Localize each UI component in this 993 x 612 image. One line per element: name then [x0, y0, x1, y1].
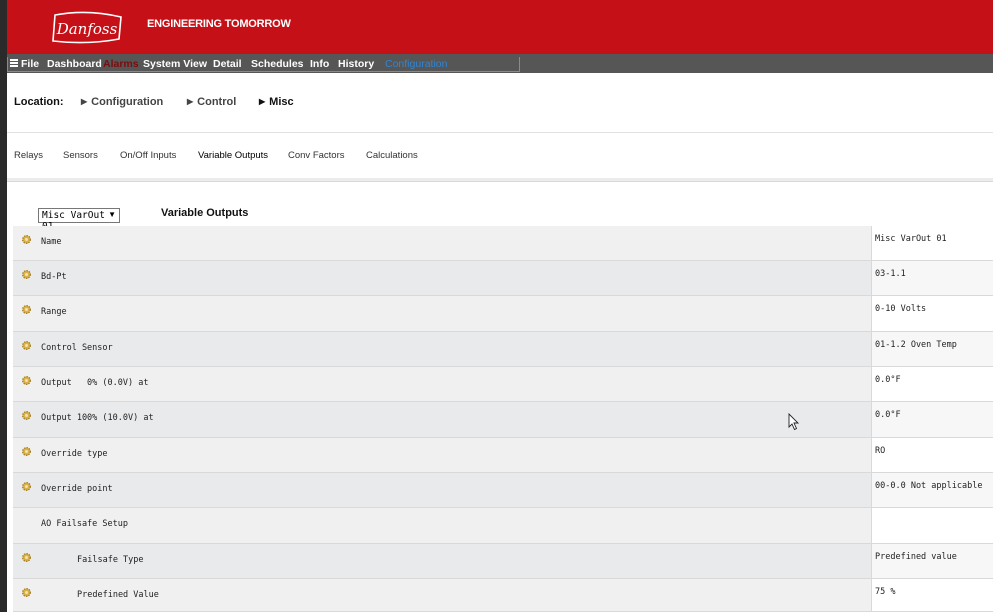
menu-file[interactable]: File [21, 58, 39, 70]
row-label: Bd-Pt [41, 272, 67, 282]
danfoss-logo: Danfoss [52, 11, 122, 44]
menu-info[interactable]: Info [310, 58, 329, 70]
mouse-pointer-icon [788, 413, 800, 431]
row-label-cell [13, 438, 872, 472]
table-row[interactable]: Output 100% (10.0V) at 0.0°F [13, 402, 993, 438]
divider [7, 132, 993, 133]
gear-icon[interactable] [21, 481, 32, 492]
row-value[interactable]: Misc VarOut 01 [875, 234, 992, 244]
row-label: Predefined Value [77, 590, 159, 600]
tab-variable-outputs[interactable]: Variable Outputs [198, 150, 268, 161]
table-row[interactable]: Bd-Pt 03-1.1 [13, 261, 993, 296]
gear-icon[interactable] [21, 446, 32, 457]
gear-icon[interactable] [21, 269, 32, 280]
breadcrumb-arrow-icon: ▶ [187, 97, 194, 106]
main-menu-bar: File Dashboard Alarms System View Detail… [7, 54, 993, 73]
menu-detail[interactable]: Detail [213, 58, 242, 70]
row-value[interactable]: 0.0°F [875, 375, 992, 385]
menu-grid-icon[interactable] [10, 59, 18, 67]
table-row[interactable]: Predefined Value 75 % [13, 579, 993, 612]
row-value[interactable]: 0.0°F [875, 410, 992, 420]
row-value[interactable]: 75 % [875, 587, 992, 597]
row-label-cell [13, 261, 872, 295]
gear-icon[interactable] [21, 587, 32, 598]
gear-icon[interactable] [21, 304, 32, 315]
row-label-cell [13, 226, 872, 260]
menu-system-view[interactable]: System View [143, 58, 207, 70]
gear-icon[interactable] [21, 410, 32, 421]
menu-alarms[interactable]: Alarms [103, 58, 139, 70]
row-label: Control Sensor [41, 343, 113, 353]
row-label-cell [13, 296, 872, 331]
row-label: Override point [41, 484, 113, 494]
table-row[interactable]: Override point 00-0.0 Not applicable [13, 473, 993, 508]
app-header: Danfoss ENGINEERING TOMORROW [7, 0, 993, 54]
row-label-cell [13, 508, 872, 543]
section-title: Variable Outputs [161, 207, 249, 219]
gear-icon[interactable] [21, 340, 32, 351]
gear-icon[interactable] [21, 552, 32, 563]
row-value[interactable]: 03-1.1 [875, 269, 992, 279]
breadcrumb-configuration[interactable]: ▶ Configuration [81, 96, 163, 108]
table-row[interactable]: Output 0% (0.0V) at 0.0°F [13, 367, 993, 402]
breadcrumb-arrow-icon: ▶ [259, 97, 266, 106]
tab-on-off-inputs[interactable]: On/Off Inputs [120, 150, 176, 161]
row-label-cell [13, 332, 872, 366]
gear-icon[interactable] [21, 375, 32, 386]
svg-text:Danfoss: Danfoss [56, 20, 118, 38]
row-value[interactable]: Predefined value [875, 552, 992, 562]
table-row[interactable]: Name Misc VarOut 01 [13, 226, 993, 261]
tab-calculations[interactable]: Calculations [366, 150, 418, 161]
menu-configuration[interactable]: Configuration [385, 58, 447, 70]
table-row[interactable]: Range 0-10 Volts [13, 296, 993, 332]
menu-schedules[interactable]: Schedules [251, 58, 304, 70]
varout-select[interactable]: Misc VarOut 01 ▼ [38, 208, 120, 232]
menu-history[interactable]: History [338, 58, 374, 70]
tab-divider [7, 178, 993, 182]
row-label: Name [41, 237, 62, 247]
tab-sensors[interactable]: Sensors [63, 150, 98, 161]
table-row[interactable]: Override type RO [13, 438, 993, 473]
row-value[interactable]: 00-0.0 Not applicable [875, 481, 992, 491]
tab-relays[interactable]: Relays [14, 150, 43, 161]
row-label-cell [13, 473, 872, 507]
row-label: Output 0% (0.0V) at [41, 378, 149, 388]
row-label: Override type [41, 449, 108, 459]
tab-conv-factors[interactable]: Conv Factors [288, 150, 345, 161]
tagline: ENGINEERING TOMORROW [147, 18, 291, 30]
gear-icon[interactable] [21, 234, 32, 245]
table-row[interactable]: Control Sensor 01-1.2 Oven Temp [13, 332, 993, 367]
breadcrumb-arrow-icon: ▶ [81, 97, 88, 106]
chevron-down-icon: ▼ [108, 210, 116, 219]
table-row[interactable]: AO Failsafe Setup [13, 508, 993, 544]
location-label: Location: [14, 96, 64, 108]
menu-dashboard[interactable]: Dashboard [47, 58, 102, 70]
row-value[interactable]: 01-1.2 Oven Temp [875, 340, 992, 350]
breadcrumb-misc[interactable]: ▶ Misc [259, 96, 294, 108]
row-label: Output 100% (10.0V) at [41, 413, 154, 423]
left-edge-strip [0, 0, 7, 612]
breadcrumb-control[interactable]: ▶ Control [187, 96, 236, 108]
row-label: Failsafe Type [77, 555, 144, 565]
table-row[interactable]: Failsafe Type Predefined value [13, 544, 993, 579]
row-value[interactable]: RO [875, 446, 992, 456]
row-value[interactable]: 0-10 Volts [875, 304, 992, 314]
row-label: AO Failsafe Setup [41, 519, 128, 529]
row-label: Range [41, 307, 67, 317]
